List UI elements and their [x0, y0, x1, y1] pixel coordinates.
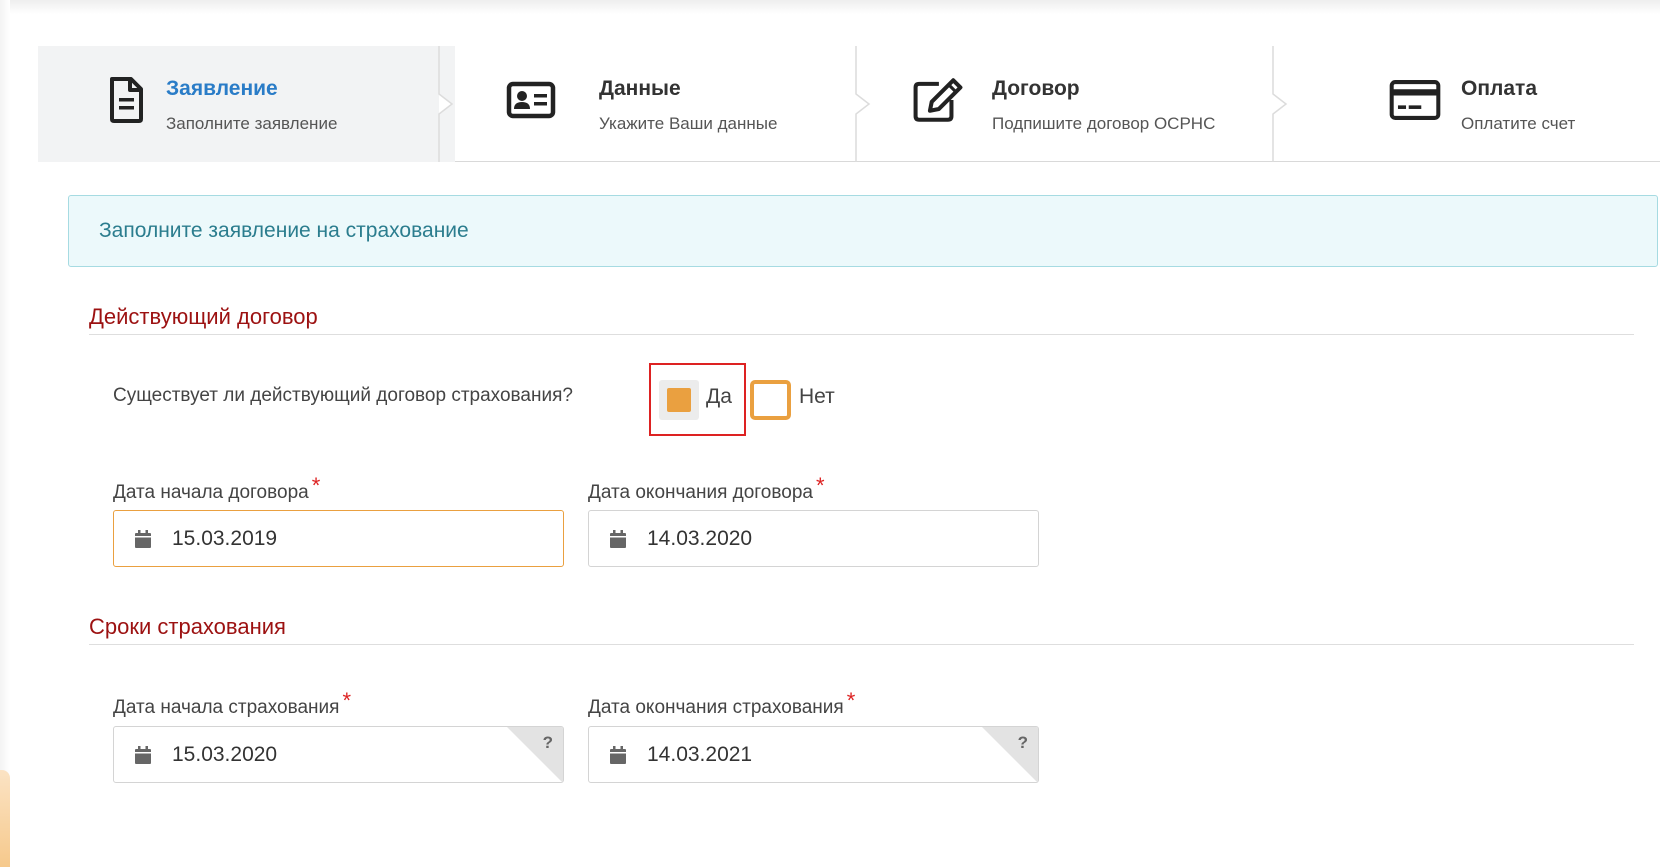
- date-value: 14.03.2021: [647, 743, 753, 766]
- date-value: 14.03.2020: [647, 527, 753, 550]
- existing-contract-question: Существует ли действующий договор страхо…: [113, 385, 573, 406]
- insurance-start-date-input[interactable]: 15.03.2020 ?: [113, 726, 564, 783]
- radio-no-label[interactable]: Нет: [799, 385, 835, 409]
- hint-corner-shape: [982, 727, 1038, 782]
- id-card-icon: [505, 74, 557, 126]
- frame-shadow: [0, 0, 1660, 14]
- step-title: Договор: [992, 77, 1080, 100]
- step-separator: [855, 46, 871, 162]
- required-mark: *: [342, 688, 351, 713]
- label-text: Дата окончания договора: [588, 482, 813, 503]
- contract-end-date-input[interactable]: 14.03.2020: [588, 510, 1039, 567]
- calendar-icon: [135, 746, 151, 764]
- step-contract[interactable]: Договор Подпишите договор ОСРНС: [872, 46, 1289, 162]
- label-text: Дата окончания страхования: [588, 697, 844, 718]
- insurance-end-label: Дата окончания страхования *: [588, 688, 855, 719]
- step-separator: [1272, 46, 1288, 162]
- step-data[interactable]: Данные Укажите Ваши данные: [455, 46, 872, 162]
- edit-icon: [912, 74, 964, 126]
- date-value: 15.03.2019: [172, 527, 278, 550]
- step-title: Данные: [599, 77, 681, 100]
- step-title: Оплата: [1461, 77, 1538, 100]
- section-divider: [89, 334, 1634, 335]
- step-subtitle: Укажите Ваши данные: [599, 114, 778, 133]
- insurance-end-date-input[interactable]: 14.03.2021 ?: [588, 726, 1039, 783]
- section-divider: [89, 644, 1634, 645]
- required-mark: *: [815, 473, 825, 498]
- hint-corner-shape: [507, 727, 563, 782]
- corner-decoration: [0, 770, 10, 867]
- radio-yes-checked-mark: [667, 388, 691, 412]
- credit-card-icon: [1389, 74, 1441, 126]
- step-subtitle: Заполните заявление: [166, 114, 338, 133]
- step-payment[interactable]: Оплата Оплатите счет: [1289, 46, 1660, 162]
- info-alert: Заполните заявление на страхование: [68, 195, 1658, 267]
- alert-text: Заполните заявление на страхование: [99, 219, 469, 242]
- section-title-current-contract: Действующий договор: [89, 304, 318, 329]
- step-subtitle: Оплатите счет: [1461, 114, 1576, 133]
- question-mark-icon: ?: [1017, 733, 1028, 752]
- question-mark-icon: ?: [542, 733, 553, 752]
- frame-edge: [0, 0, 10, 867]
- help-hint[interactable]: ?: [507, 727, 563, 782]
- step-application[interactable]: Заявление Заполните заявление: [38, 46, 455, 162]
- calendar-icon: [610, 530, 626, 548]
- section-title-insurance-period: Сроки страхования: [89, 614, 286, 639]
- insurance-start-label: Дата начала страхования *: [113, 688, 351, 719]
- date-value: 15.03.2020: [172, 743, 278, 766]
- help-hint[interactable]: ?: [982, 727, 1038, 782]
- calendar-icon: [135, 530, 151, 548]
- wizard-steps: Заявление Заполните заявление Данные Ука…: [38, 46, 1660, 162]
- step-subtitle: Подпишите договор ОСРНС: [992, 114, 1216, 133]
- required-mark: *: [846, 688, 856, 713]
- contract-end-label: Дата окончания договора *: [588, 473, 825, 504]
- required-mark: *: [311, 473, 321, 498]
- label-text: Дата начала страхования: [113, 697, 340, 718]
- contract-start-label: Дата начала договора *: [113, 473, 320, 504]
- calendar-icon: [610, 746, 626, 764]
- contract-start-date-input[interactable]: 15.03.2019: [113, 510, 564, 567]
- label-text: Дата начала договора: [113, 482, 309, 503]
- document-icon: [100, 74, 152, 126]
- radio-yes-label[interactable]: Да: [706, 385, 732, 409]
- step-separator: [438, 46, 454, 162]
- step-title: Заявление: [166, 77, 278, 100]
- radio-no[interactable]: [750, 380, 791, 420]
